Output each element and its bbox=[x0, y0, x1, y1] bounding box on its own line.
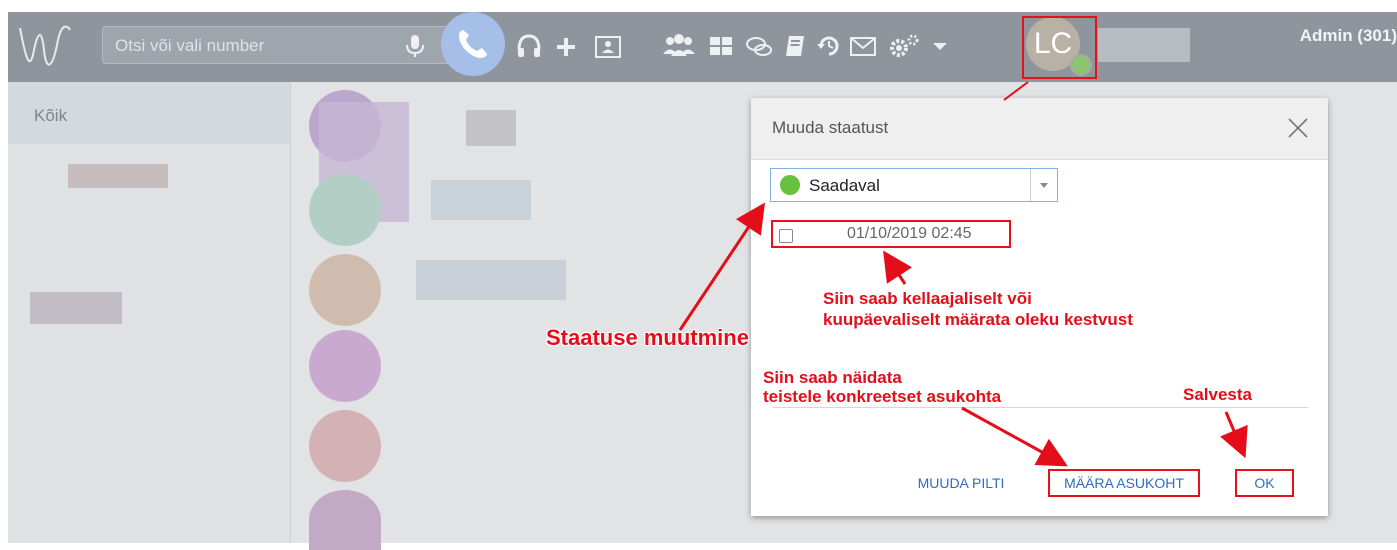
annotation-arrow bbox=[678, 202, 765, 331]
annotation-arrow bbox=[883, 250, 913, 285]
annotation-location-line2: teistele konkreetset asukohta bbox=[763, 387, 1002, 406]
annotation-connector bbox=[1003, 81, 1029, 101]
annotation-arrow bbox=[961, 406, 1068, 467]
annotation-duration-line2: kuupäevaliselt määrata oleku kestvust bbox=[823, 310, 1133, 329]
annotation-arrows bbox=[678, 81, 1248, 467]
annotation-arrow bbox=[1220, 411, 1248, 459]
annotation-save: Salvesta bbox=[1183, 385, 1252, 404]
annotation-location-line1: Siin saab näidata bbox=[763, 368, 902, 387]
annotation-status-change: Staatuse muutmine bbox=[546, 325, 749, 350]
annotation-duration-line1: Siin saab kellaajaliselt või bbox=[823, 289, 1032, 308]
